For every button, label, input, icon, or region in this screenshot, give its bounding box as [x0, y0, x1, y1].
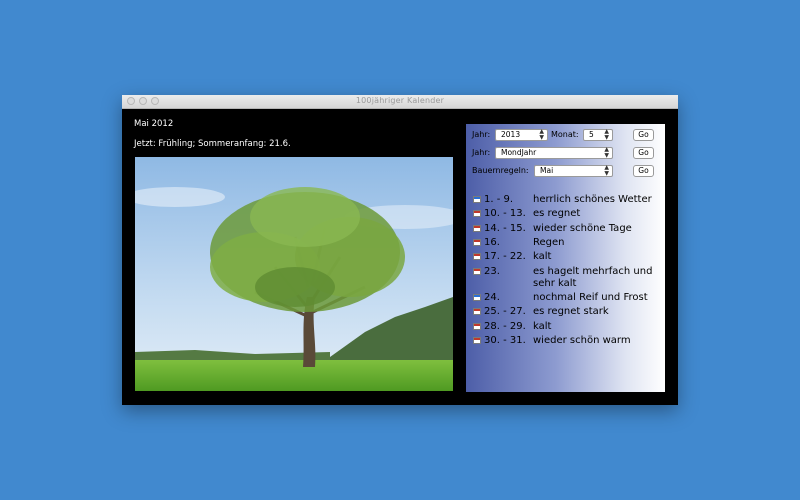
go-button-year[interactable]: Go — [633, 147, 654, 159]
tree-photo — [135, 157, 453, 391]
app-window: 100jähriger Kalender Mai 2012 Jetzt: Frü… — [122, 95, 678, 405]
calendar-icon — [473, 323, 481, 330]
stepper-arrows-icon: ▲ ▼ — [539, 128, 544, 141]
stepper-arrows-icon: ▲ ▼ — [604, 128, 609, 141]
season-info: Jetzt: Frühling; Sommeranfang: 21.6. — [134, 139, 291, 149]
bauernregeln-label: Bauernregeln: — [472, 166, 529, 175]
monat-label: Monat: — [551, 130, 579, 139]
calendar-icon — [473, 308, 481, 315]
window-title: 100jähriger Kalender — [355, 96, 445, 105]
year-select[interactable]: 2013 ▲ ▼ — [495, 129, 548, 141]
rules-month-select[interactable]: Mai ▲ ▼ — [534, 165, 613, 177]
calendar-icon — [473, 239, 481, 246]
calendar-icon — [473, 268, 481, 275]
go-button-rules[interactable]: Go — [633, 165, 654, 177]
tree-image — [135, 157, 453, 391]
calendar-icon — [473, 253, 481, 260]
control-panel: Jahr: 2013 ▲ ▼ Monat: 5 ▲ ▼ Go Jahr: MondJ… — [466, 124, 665, 392]
go-button-month[interactable]: Go — [633, 129, 654, 141]
stepper-arrows-icon: ▲ ▼ — [604, 146, 609, 159]
year-type-select[interactable]: MondJahr ▲ ▼ — [495, 147, 613, 159]
jahr-label: Jahr: — [472, 130, 491, 139]
calendar-blue-icon — [473, 196, 481, 203]
month-select[interactable]: 5 ▲ ▼ — [583, 129, 613, 141]
month-title: Mai 2012 — [134, 119, 174, 129]
calendar-icon — [473, 210, 481, 217]
calendar-icon — [473, 337, 481, 344]
stepper-arrows-icon: ▲ ▼ — [604, 164, 609, 177]
calendar-icon — [473, 225, 481, 232]
jahr2-label: Jahr: — [472, 148, 491, 157]
calendar-blue-icon — [473, 294, 481, 301]
title-bar[interactable]: 100jähriger Kalender — [122, 95, 678, 109]
